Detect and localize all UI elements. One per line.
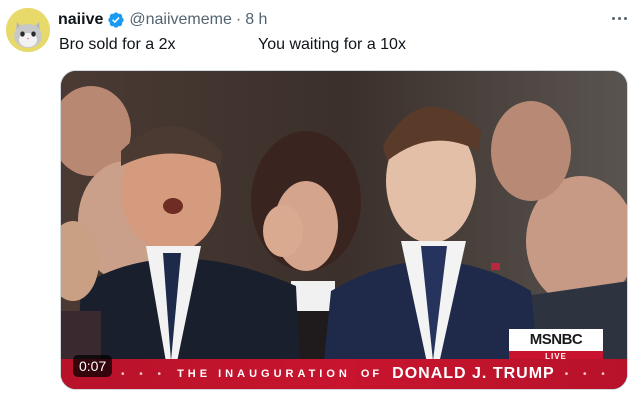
post-header: naiive @naiivememe · 8 h — [58, 9, 267, 31]
banner-dots-right: • • • — [564, 368, 611, 380]
banner-name: DONALD J. TRUMP — [392, 365, 555, 382]
more-options-icon[interactable] — [609, 8, 629, 28]
post-text-right: You waiting for a 10x — [258, 36, 406, 53]
post-text-left: Bro sold for a 2x — [59, 36, 176, 53]
avatar[interactable] — [6, 8, 50, 52]
display-name[interactable]: naiive — [58, 11, 103, 29]
banner-dots-left: • • • — [121, 368, 168, 380]
lower-third-banner: • • • THE INAUGURATION OF DONALD J. TRUM… — [61, 359, 627, 389]
cat-avatar-icon — [6, 8, 50, 52]
verified-badge-icon — [107, 11, 125, 29]
handle[interactable]: @naiivememe — [129, 11, 232, 29]
network-logo-text: MSNBC — [529, 331, 583, 348]
video-player[interactable]: MSNBC LIVE • • • THE INAUGURATION OF DON… — [60, 70, 628, 390]
banner-title: THE INAUGURATION — [177, 368, 351, 380]
video-duration: 0:07 — [73, 355, 113, 377]
timestamp[interactable]: 8 h — [245, 11, 267, 29]
network-logo: MSNBC LIVE — [509, 329, 603, 363]
separator: · — [235, 11, 242, 28]
banner-of: OF — [360, 368, 383, 380]
